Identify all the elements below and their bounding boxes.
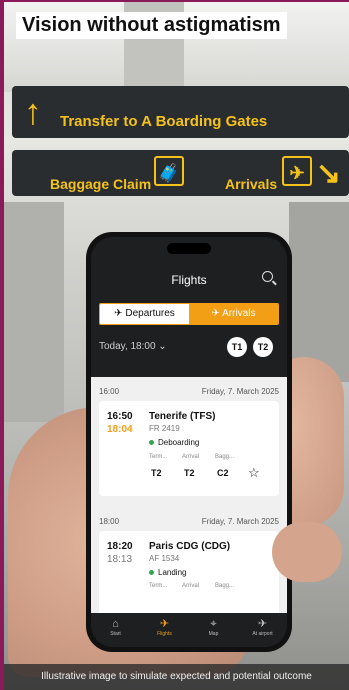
nav-label: Flights <box>157 631 172 637</box>
page-title: Vision without astigmatism <box>16 12 287 39</box>
flight-card[interactable]: 18:20 18:13 Paris CDG (CDG) AF 1534 Land… <box>99 531 279 617</box>
header-title: Flights <box>171 273 207 287</box>
group-time: 16:00 <box>99 387 120 396</box>
window-pane <box>4 202 64 422</box>
status-text: Deboarding <box>158 438 200 447</box>
group-header: 16:00 Friday, 7. March 2025 <box>99 387 279 396</box>
baggage-value: C2 <box>217 468 229 478</box>
departure-plane-icon: ✈ <box>114 308 126 319</box>
status-dot <box>149 570 154 576</box>
arrow-down-right-icon: ↘ <box>315 157 341 190</box>
arrivals-tab[interactable]: ✈ Arrivals <box>189 304 278 324</box>
group-header: 18:00 Friday, 7. March 2025 <box>99 517 279 526</box>
destination: Paris CDG (CDG) <box>149 541 231 552</box>
bottom-nav: ⌂ Start ✈ Flights ⌖ Map ✈ At airport <box>91 613 287 647</box>
baggage-sign-text: Baggage Claim <box>50 176 152 192</box>
map-pin-icon: ⌖ <box>210 618 217 630</box>
baggage-arrivals-sign: Baggage Claim 🧳 Arrivals ✈ ↘ <box>12 150 349 196</box>
flight-status: Deboarding <box>149 438 199 447</box>
arrivals-sign-text: Arrivals <box>225 176 278 192</box>
arrival-value: T2 <box>184 468 195 478</box>
scheduled-time: 16:50 <box>107 411 133 422</box>
chevron-down-icon: ⌄ <box>155 341 167 352</box>
group-date: Friday, 7. March 2025 <box>201 387 279 396</box>
terminal-label: Term... <box>149 454 168 460</box>
background-photo: ↑ Transfer to A Boarding Gates Baggage C… <box>0 0 349 690</box>
terminal-t1-button[interactable]: T1 <box>227 337 247 357</box>
arrival-label: Arrival <box>182 454 200 460</box>
transfer-sign: ↑ Transfer to A Boarding Gates <box>12 86 349 138</box>
terminal-t2-button[interactable]: T2 <box>253 337 273 357</box>
group-date: Friday, 7. March 2025 <box>201 517 279 526</box>
group-time: 18:00 <box>99 517 120 526</box>
nav-label: At airport <box>252 631 273 637</box>
scheduled-time: 18:20 <box>107 541 133 552</box>
arrival-plane-icon: ✈ <box>211 308 223 319</box>
baggage-label: Bagg... <box>215 454 235 460</box>
airport-icon: ✈ <box>257 618 268 630</box>
nav-flights[interactable]: ✈ Flights <box>140 613 189 647</box>
arrival-label: Arrival <box>182 583 200 589</box>
dynamic-island <box>167 243 211 254</box>
actual-time: 18:13 <box>107 554 133 565</box>
arrow-up-icon: ↑ <box>24 91 42 132</box>
plane-landing-icon: ✈ <box>282 156 312 186</box>
caption: Illustrative image to simulate expected … <box>4 664 349 690</box>
status-text: Landing <box>158 568 187 577</box>
smartphone: Flights ✈ Departures ✈ Arrivals Today, 1… <box>86 232 292 652</box>
transfer-sign-text: Transfer to A Boarding Gates <box>60 113 268 130</box>
nav-map[interactable]: ⌖ Map <box>189 613 238 647</box>
actual-time: 18:04 <box>107 424 133 435</box>
terminal-value: T2 <box>151 468 162 478</box>
terminal-label: Term... <box>149 583 168 589</box>
window-pane <box>289 202 349 382</box>
date-filter-label: Today, 18:00 <box>99 341 156 352</box>
home-icon: ⌂ <box>112 618 119 630</box>
nav-label: Map <box>208 631 219 637</box>
baggage-label: Bagg... <box>215 583 235 589</box>
nav-start[interactable]: ⌂ Start <box>91 613 140 647</box>
star-icon[interactable]: ☆ <box>248 465 260 481</box>
plane-icon: ✈ <box>159 618 170 630</box>
status-dot <box>149 440 154 446</box>
search-icon[interactable] <box>262 271 273 282</box>
nav-at-airport[interactable]: ✈ At airport <box>238 613 287 647</box>
departures-tab[interactable]: ✈ Departures <box>100 304 189 324</box>
destination: Tenerife (TFS) <box>149 411 216 422</box>
flight-number: AF 1534 <box>149 554 180 563</box>
departures-label: Departures <box>125 308 175 319</box>
finger <box>272 522 342 582</box>
flight-list: 16:00 Friday, 7. March 2025 16:50 18:04 … <box>91 377 287 617</box>
phone-screen: Flights ✈ Departures ✈ Arrivals Today, 1… <box>91 237 287 647</box>
flight-card[interactable]: 16:50 18:04 Tenerife (TFS) FR 2419 Deboa… <box>99 401 279 496</box>
departures-arrivals-toggle: ✈ Departures ✈ Arrivals <box>99 303 279 325</box>
flight-status: Landing <box>149 568 186 577</box>
arrivals-label: Arrivals <box>222 308 256 319</box>
nav-label: Start <box>110 631 121 637</box>
date-filter[interactable]: Today, 18:00 ⌄ <box>99 341 167 352</box>
flight-number: FR 2419 <box>149 424 180 433</box>
baggage-icon: 🧳 <box>154 156 184 186</box>
